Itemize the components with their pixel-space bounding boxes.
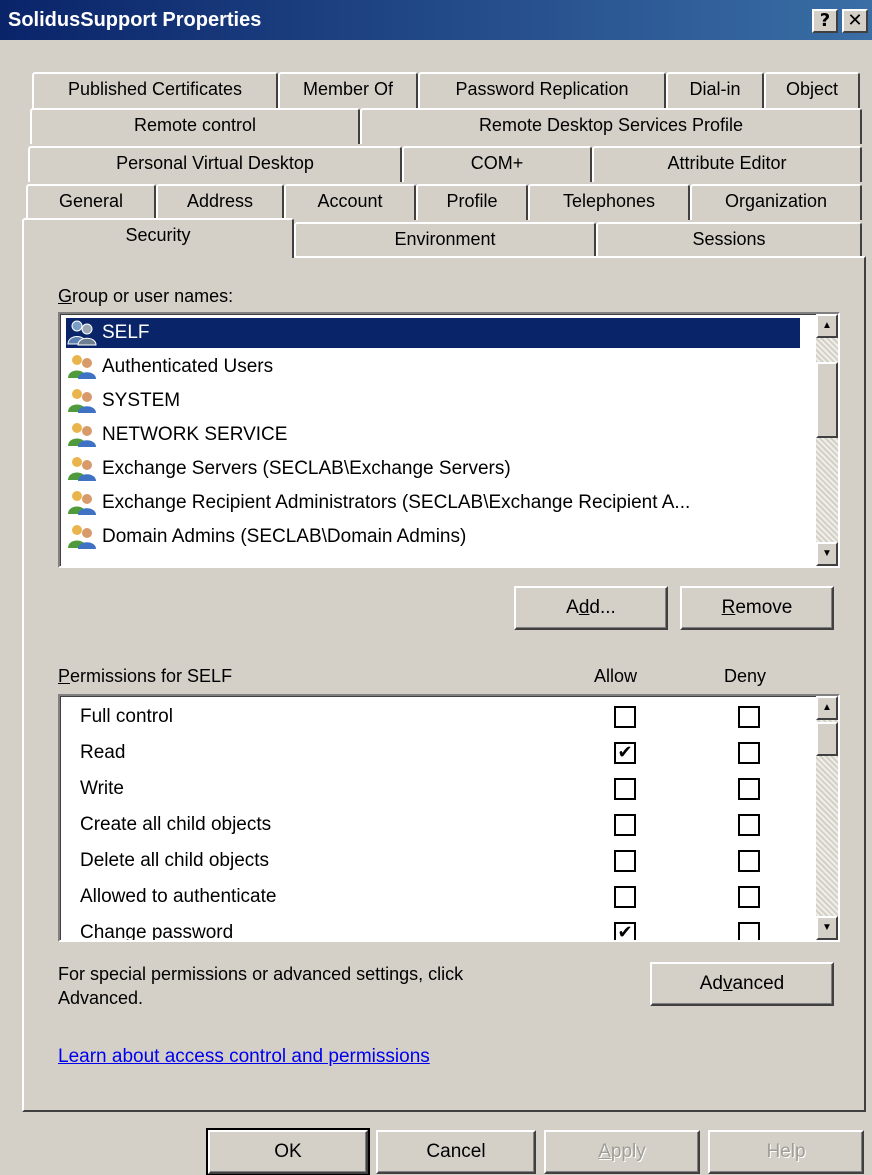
group-user-list[interactable]: SELF Authenticated Users SYSTEM NETWORK …: [58, 312, 840, 568]
tab-remote-desktop-services-profile[interactable]: Remote Desktop Services Profile: [360, 108, 862, 144]
allow-checkbox[interactable]: [614, 886, 636, 908]
help-icon[interactable]: ?: [812, 9, 838, 33]
permission-row: Allowed to authenticate: [80, 880, 800, 916]
permission-row: Full control: [80, 700, 800, 736]
tab-telephones[interactable]: Telephones: [528, 184, 690, 220]
group-list-scrollbar[interactable]: ▲ ▼: [816, 314, 838, 566]
help-button[interactable]: Help: [708, 1130, 864, 1174]
permissions-scrollbar[interactable]: ▲ ▼: [816, 696, 838, 940]
deny-checkbox[interactable]: [738, 742, 760, 764]
user-group-icon: [66, 456, 98, 482]
tab-remote-control[interactable]: Remote control: [30, 108, 360, 144]
tab-organization[interactable]: Organization: [690, 184, 862, 220]
permission-row: Change password ✔: [80, 916, 800, 942]
tab-attribute-editor[interactable]: Attribute Editor: [592, 146, 862, 182]
check-icon: ✔: [617, 742, 633, 763]
allow-checkbox[interactable]: [614, 850, 636, 872]
tab-address[interactable]: Address: [156, 184, 284, 220]
tab-general[interactable]: General: [26, 184, 156, 220]
deny-checkbox[interactable]: [738, 886, 760, 908]
tab-member-of[interactable]: Member Of: [278, 72, 418, 108]
learn-access-control-link[interactable]: Learn about access control and permissio…: [58, 1046, 430, 1068]
tab-object[interactable]: Object: [764, 72, 860, 108]
list-item[interactable]: SELF: [65, 317, 801, 349]
deny-checkbox[interactable]: [738, 850, 760, 872]
scroll-down-icon[interactable]: ▼: [816, 916, 838, 940]
window-title: SolidusSupport Properties: [8, 9, 262, 31]
cancel-button[interactable]: Cancel: [376, 1130, 536, 1174]
apply-button[interactable]: Apply: [544, 1130, 700, 1174]
remove-button[interactable]: Remove: [680, 586, 834, 630]
permission-row: Write: [80, 772, 800, 808]
tab-password-replication[interactable]: Password Replication: [418, 72, 666, 108]
allow-checkbox[interactable]: [614, 814, 636, 836]
security-panel: Group or user names: SELF Authenticated …: [22, 256, 866, 1112]
allow-checkbox[interactable]: ✔: [614, 742, 636, 764]
permission-row: Delete all child objects: [80, 844, 800, 880]
tab-com-plus[interactable]: COM+: [402, 146, 592, 182]
advanced-button[interactable]: Advanced: [650, 962, 834, 1006]
scroll-up-icon[interactable]: ▲: [816, 696, 838, 720]
scroll-thumb[interactable]: [816, 362, 838, 438]
list-item[interactable]: Domain Admins (SECLAB\Domain Admins): [66, 522, 466, 552]
tab-sessions[interactable]: Sessions: [596, 222, 862, 258]
list-item[interactable]: Authenticated Users: [66, 352, 273, 382]
list-item[interactable]: NETWORK SERVICE: [66, 420, 287, 450]
user-group-icon: [66, 388, 98, 414]
tab-profile[interactable]: Profile: [416, 184, 528, 220]
permissions-label: Permissions for SELF: [58, 666, 233, 686]
allow-header: Allow: [594, 666, 638, 686]
deny-checkbox[interactable]: [738, 706, 760, 728]
permissions-list[interactable]: Full control Read ✔ Write Create all chi…: [58, 694, 840, 942]
group-names-label: Group or user names:: [58, 286, 234, 306]
advanced-hint-text: For special permissions or advanced sett…: [58, 964, 464, 1008]
user-group-icon: [66, 320, 98, 346]
tab-personal-virtual-desktop[interactable]: Personal Virtual Desktop: [28, 146, 402, 182]
deny-header: Deny: [724, 666, 767, 686]
title-bar: SolidusSupport Properties ? ✕: [0, 0, 872, 40]
add-button[interactable]: Add...: [514, 586, 668, 630]
check-icon: ✔: [617, 922, 633, 942]
tab-environment[interactable]: Environment: [294, 222, 596, 258]
user-group-icon: [66, 422, 98, 448]
deny-checkbox[interactable]: [738, 778, 760, 800]
tab-dial-in[interactable]: Dial-in: [666, 72, 764, 108]
tab-published-certificates[interactable]: Published Certificates: [32, 72, 278, 108]
allow-checkbox[interactable]: [614, 778, 636, 800]
deny-checkbox[interactable]: [738, 922, 760, 940]
tab-security[interactable]: Security: [22, 218, 294, 258]
permission-row: Create all child objects: [80, 808, 800, 844]
list-item[interactable]: Exchange Servers (SECLAB\Exchange Server…: [66, 454, 511, 484]
user-group-icon: [66, 524, 98, 550]
permission-row: Read ✔: [80, 736, 800, 772]
close-icon[interactable]: ✕: [842, 9, 868, 33]
list-item[interactable]: SYSTEM: [66, 386, 180, 416]
tab-account[interactable]: Account: [284, 184, 416, 220]
ok-button[interactable]: OK: [206, 1128, 370, 1175]
user-group-icon: [66, 490, 98, 516]
list-item[interactable]: Exchange Recipient Administrators (SECLA…: [66, 488, 690, 518]
scroll-up-icon[interactable]: ▲: [816, 314, 838, 338]
scroll-down-icon[interactable]: ▼: [816, 542, 838, 566]
scroll-thumb[interactable]: [816, 722, 838, 756]
user-group-icon: [66, 354, 98, 380]
allow-checkbox[interactable]: ✔: [614, 922, 636, 942]
allow-checkbox[interactable]: [614, 706, 636, 728]
deny-checkbox[interactable]: [738, 814, 760, 836]
